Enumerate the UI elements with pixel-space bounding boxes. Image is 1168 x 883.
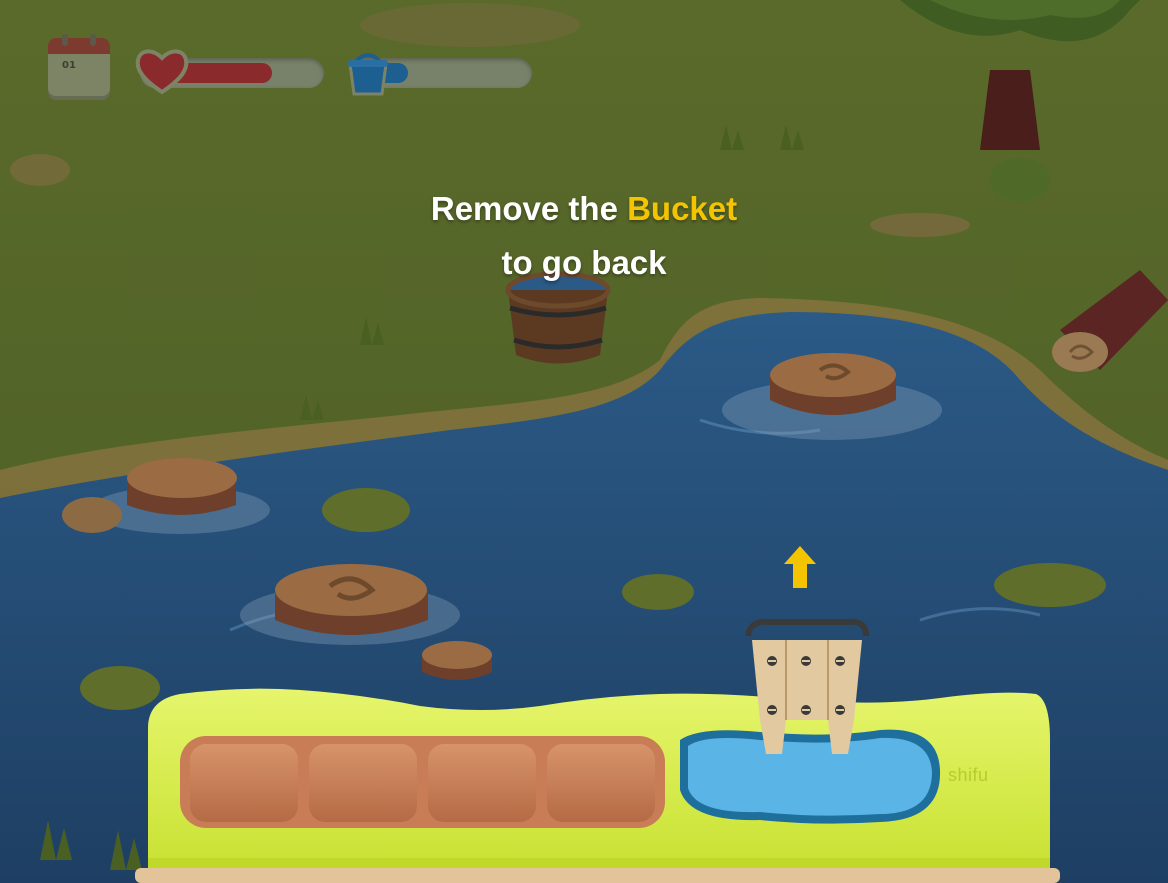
instruction-text: Remove the Bucket to go back (0, 182, 1168, 290)
letter-slot[interactable] (190, 744, 298, 822)
instruction-line-2: to go back (501, 244, 667, 281)
dirt-patch (360, 3, 580, 47)
game-scene (0, 0, 1168, 883)
arrow-up-icon (784, 546, 816, 588)
water-slot[interactable] (688, 737, 932, 816)
mossy-stone (322, 488, 410, 532)
instruction-line-1: Remove the Bucket (0, 182, 1168, 236)
mossy-stone (622, 574, 694, 610)
bucket-icon (348, 53, 388, 96)
stump-stepping-stone (422, 641, 492, 680)
calendar-day: 01 (62, 60, 76, 71)
letter-slot[interactable] (309, 744, 417, 822)
mossy-stone (994, 563, 1106, 607)
calendar-icon: 01 (48, 34, 110, 100)
letter-slot[interactable] (547, 744, 655, 822)
device-brand-label: shifu (948, 765, 989, 785)
game-screen: 01 Remove the Bucket to go back shifu (0, 0, 1168, 883)
rock (62, 497, 122, 533)
tacto-device (135, 688, 1060, 883)
instruction-highlight: Bucket (627, 190, 738, 227)
instruction-prefix: Remove the (430, 190, 618, 227)
heart-icon (135, 49, 189, 95)
letter-slot[interactable] (428, 744, 536, 822)
mossy-stone (80, 666, 160, 710)
